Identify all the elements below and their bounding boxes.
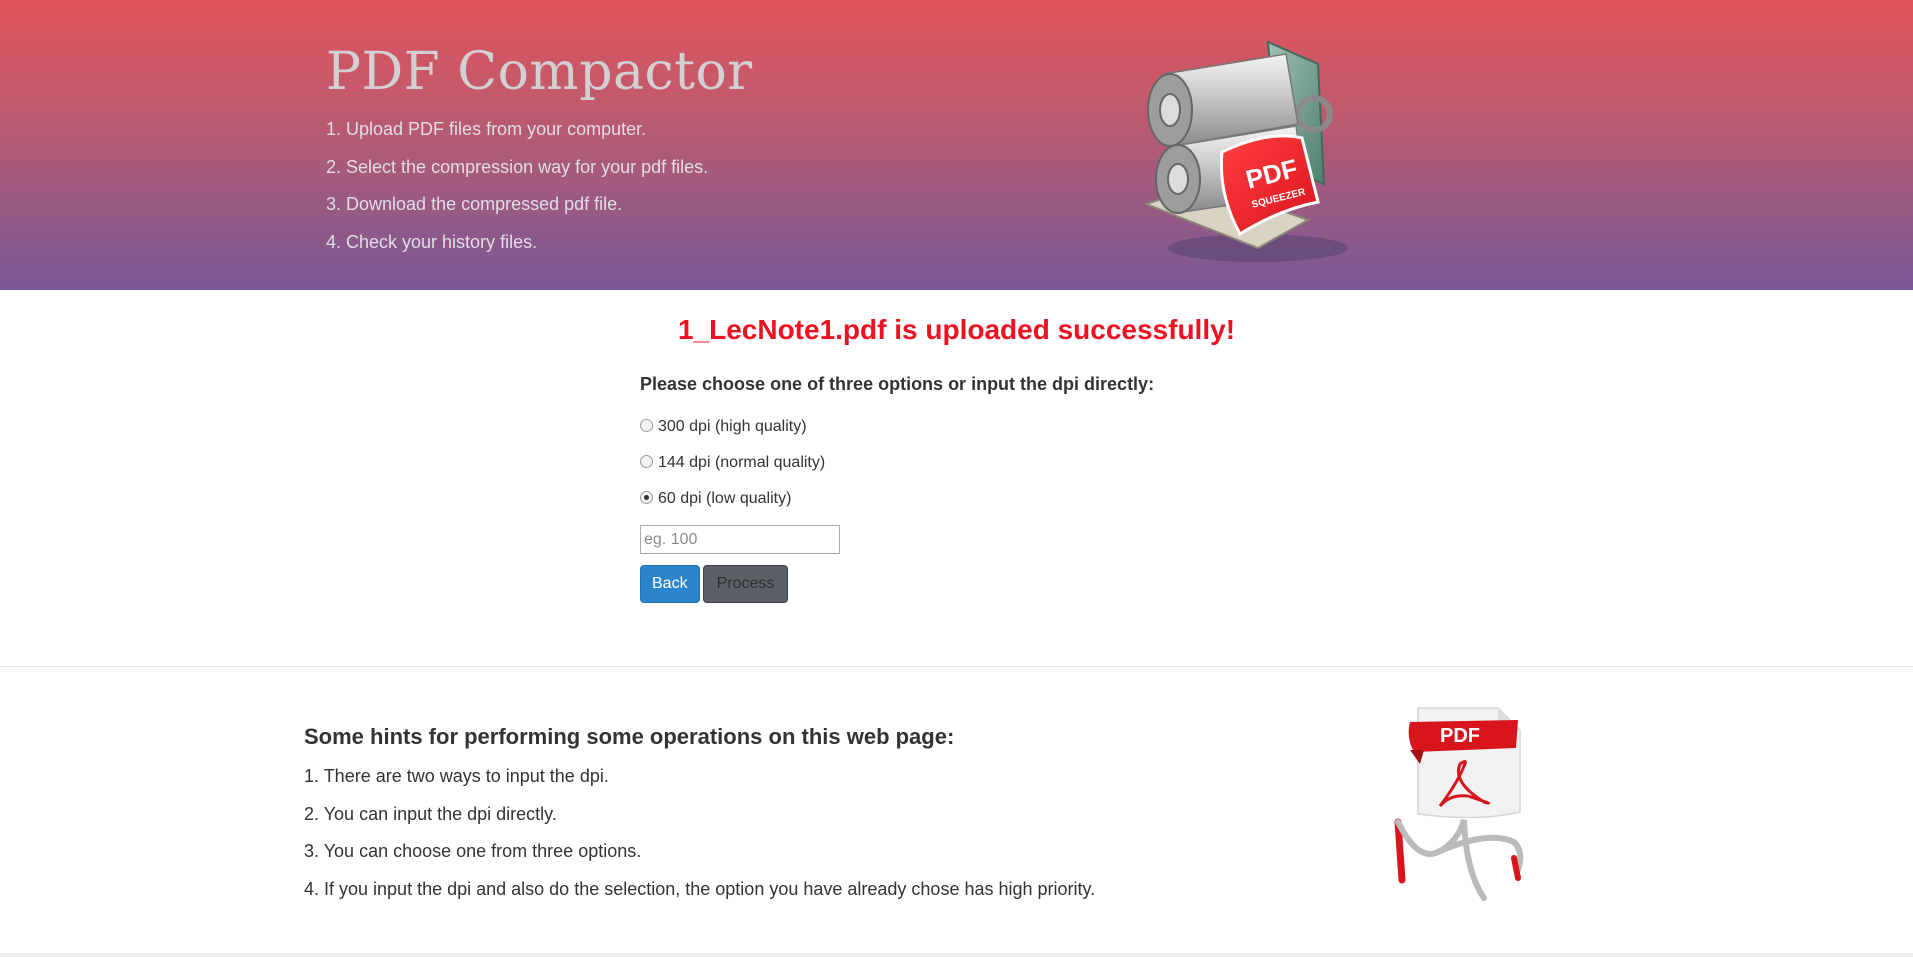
radio-60-dpi[interactable] [640,491,653,504]
option-60-dpi[interactable]: 60 dpi (low quality) [640,481,1260,517]
option-label: 144 dpi (normal quality) [658,454,826,471]
dpi-form: Please choose one of three options or in… [640,374,1260,603]
radio-144-dpi[interactable] [640,455,653,468]
step-item: 2. Select the compression way for your p… [326,156,709,177]
app-title: PDF Compactor [326,42,753,102]
section-divider [0,666,1913,667]
step-item: 3. Download the compressed pdf file. [326,194,623,214]
option-300-dpi[interactable]: 300 dpi (high quality) [640,409,1260,445]
form-actions: Back Process [640,565,1260,603]
hints-list: 1. There are two ways to input the dpi. … [304,764,1204,914]
option-label: 300 dpi (high quality) [658,418,807,435]
hint-item: 2. You can input the dpi directly. [304,803,557,824]
hints-title: Some hints for performing some operation… [304,724,955,749]
footer-line [0,953,1913,957]
hint-item: 4. If you input the dpi and also do the … [304,878,1096,899]
pdf-squeezer-icon: PDF SQUEEZER [1143,40,1348,262]
hints-section: Some hints for performing some operation… [304,724,1204,914]
header-banner: PDF Compactor 1. Upload PDF files from y… [0,0,1913,290]
step-item: 1. Upload PDF files from your computer. [326,119,647,139]
pdf-logo-label: PDF [1440,725,1480,747]
dpi-input[interactable] [640,525,840,554]
step-item: 4. Check your history files. [326,231,538,252]
radio-300-dpi[interactable] [640,419,653,432]
steps-list: 1. Upload PDF files from your computer. … [326,116,708,266]
hint-item: 3. You can choose one from three options… [304,841,642,861]
hint-item: 1. There are two ways to input the dpi. [304,766,609,786]
adobe-pdf-icon: PDF [1394,707,1524,901]
option-144-dpi[interactable]: 144 dpi (normal quality) [640,445,1260,481]
option-label: 60 dpi (low quality) [658,490,792,507]
upload-success-message: 1_LecNote1.pdf is uploaded successfully! [677,314,1236,345]
back-button[interactable]: Back [640,565,700,603]
process-button[interactable]: Process [702,565,789,603]
dpi-prompt: Please choose one of three options or in… [640,374,1155,394]
